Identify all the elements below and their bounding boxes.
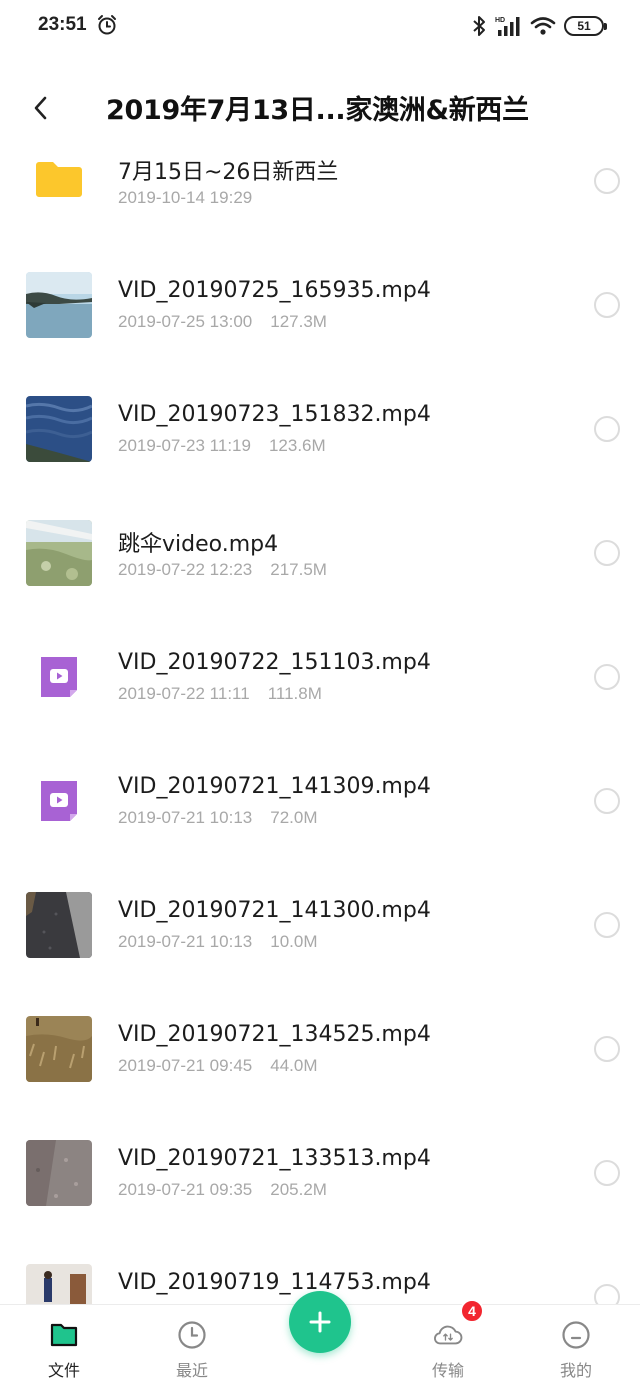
cloud-transfer-icon: 4 [432, 1299, 484, 1351]
list-item-video[interactable]: VID_20190723_151832.mp4 2019-07-23 11:19… [0, 368, 640, 492]
status-icons: HD 51 [472, 14, 607, 38]
list-item-folder[interactable]: 7月15日~26日新西兰 2019-10-14 19:29 [0, 120, 640, 244]
skydive-thumbnail [26, 520, 92, 586]
file-name: 跳伞video.mp4 [118, 532, 279, 557]
status-time: 23:51 [38, 14, 87, 35]
file-date: 2019-07-23 11:19 [118, 436, 251, 455]
sea-thumbnail [26, 396, 92, 462]
file-date: 2019-07-25 13:00 [118, 312, 253, 331]
file-meta: 2019-07-21 10:13 10.0M [118, 932, 317, 952]
file-meta: 2019-07-22 12:23 217.5M [118, 560, 327, 580]
select-radio[interactable] [594, 664, 620, 690]
file-name: VID_20190725_165935.mp4 [118, 278, 431, 303]
file-name: VID_20190723_151832.mp4 [118, 402, 431, 427]
file-size: 217.5M [270, 560, 327, 579]
nav-label: 文件 [47, 1361, 80, 1380]
file-size: 10.0M [270, 932, 318, 951]
file-date: 2019-07-21 10:13 [118, 932, 253, 951]
nav-item-transfer[interactable]: 4 传输 [408, 1299, 488, 1381]
folder-icon [36, 162, 82, 197]
file-meta: 2019-10-14 19:29 [118, 188, 252, 208]
nav-item-files[interactable]: 文件 [24, 1319, 104, 1381]
chevron-left-icon [34, 96, 47, 120]
transfer-badge: 4 [460, 1299, 484, 1323]
select-radio[interactable] [594, 292, 620, 318]
file-name: 7月15日~26日新西兰 [118, 160, 339, 185]
file-size: 72.0M [270, 808, 318, 827]
select-radio[interactable] [594, 416, 620, 442]
file-name: VID_20190721_134525.mp4 [118, 1022, 431, 1047]
select-radio[interactable] [594, 168, 620, 194]
profile-face-icon [560, 1319, 592, 1351]
bottom-nav: 文件 最近 4 传输 我的 [0, 1291, 640, 1387]
file-name: VID_20190722_151103.mp4 [118, 650, 431, 675]
list-item-video[interactable]: VID_20190721_133513.mp4 2019-07-21 09:35… [0, 1112, 640, 1236]
file-date: 2019-07-21 10:13 [118, 808, 253, 827]
nav-label: 最近 [175, 1361, 208, 1380]
file-size: 127.3M [270, 312, 327, 331]
file-name: VID_20190721_141300.mp4 [118, 898, 431, 923]
hd-signal-icon: HD [495, 17, 520, 36]
list-item-video[interactable]: VID_20190721_141309.mp4 2019-07-21 10:13… [0, 740, 640, 864]
svg-text:HD: HD [495, 17, 505, 24]
file-date: 2019-10-14 19:29 [118, 188, 253, 207]
road-thumbnail [26, 892, 92, 958]
alarm-icon [98, 15, 116, 35]
file-name: VID_20190721_133513.mp4 [118, 1146, 431, 1171]
lake-thumbnail [26, 272, 92, 338]
list-item-video[interactable]: VID_20190721_134525.mp4 2019-07-21 09:45… [0, 988, 640, 1112]
select-radio[interactable] [594, 788, 620, 814]
video-file-icon [41, 781, 77, 821]
list-item-video[interactable]: 跳伞video.mp4 2019-07-22 12:23 217.5M [0, 492, 640, 616]
list-item-video[interactable]: VID_20190721_141300.mp4 2019-07-21 10:13… [0, 864, 640, 988]
file-date: 2019-07-21 09:35 [118, 1180, 253, 1199]
battery-icon: 51 [564, 16, 607, 36]
file-date: 2019-07-22 11:11 [118, 684, 250, 703]
folder-tab-icon [48, 1319, 80, 1351]
nav-item-mine[interactable]: 我的 [536, 1319, 616, 1381]
file-date: 2019-07-22 12:23 [118, 560, 253, 579]
select-radio[interactable] [594, 1284, 620, 1304]
file-size: 123.6M [268, 436, 326, 455]
file-size: 205.2M [270, 1180, 327, 1199]
video-file-icon [41, 657, 77, 697]
file-meta: 2019-07-21 10:13 72.0M [118, 808, 317, 828]
file-date: 2019-07-21 09:45 [118, 1056, 253, 1075]
select-radio[interactable] [594, 1160, 620, 1186]
nav-item-recent[interactable]: 最近 [152, 1319, 232, 1381]
file-size: 111.8M [267, 684, 322, 703]
nav-label: 传输 [431, 1361, 464, 1380]
file-size: 44.0M [270, 1056, 318, 1075]
wifi-icon [530, 17, 556, 35]
file-meta: 2019-07-22 11:11 111.8M [118, 684, 322, 704]
file-name: VID_20190721_141309.mp4 [118, 774, 431, 799]
file-list: 7月15日~26日新西兰 2019-10-14 19:29 VID_201907… [0, 120, 640, 1304]
file-meta: 2019-07-21 09:35 205.2M [118, 1180, 327, 1200]
add-button[interactable] [289, 1291, 351, 1353]
grass-thumbnail [26, 1016, 92, 1082]
select-radio[interactable] [594, 912, 620, 938]
select-radio[interactable] [594, 540, 620, 566]
list-item-video[interactable]: VID_20190722_151103.mp4 2019-07-22 11:11… [0, 616, 640, 740]
ground-thumbnail [26, 1140, 92, 1206]
select-radio[interactable] [594, 1036, 620, 1062]
file-meta: 2019-07-25 13:00 127.3M [118, 312, 327, 332]
file-meta: 2019-07-23 11:19 123.6M [118, 436, 326, 456]
list-item-video[interactable]: VID_20190725_165935.mp4 2019-07-25 13:00… [0, 244, 640, 368]
status-bar: 23:51 HD 51 [0, 0, 640, 52]
plus-icon [309, 1311, 331, 1333]
file-name: VID_20190719_114753.mp4 [118, 1270, 431, 1295]
room-thumbnail [26, 1264, 92, 1304]
file-meta: 2019-07-21 09:45 44.0M [118, 1056, 317, 1076]
clock-icon [176, 1319, 208, 1351]
nav-label: 我的 [559, 1361, 592, 1380]
bluetooth-icon [473, 16, 485, 36]
